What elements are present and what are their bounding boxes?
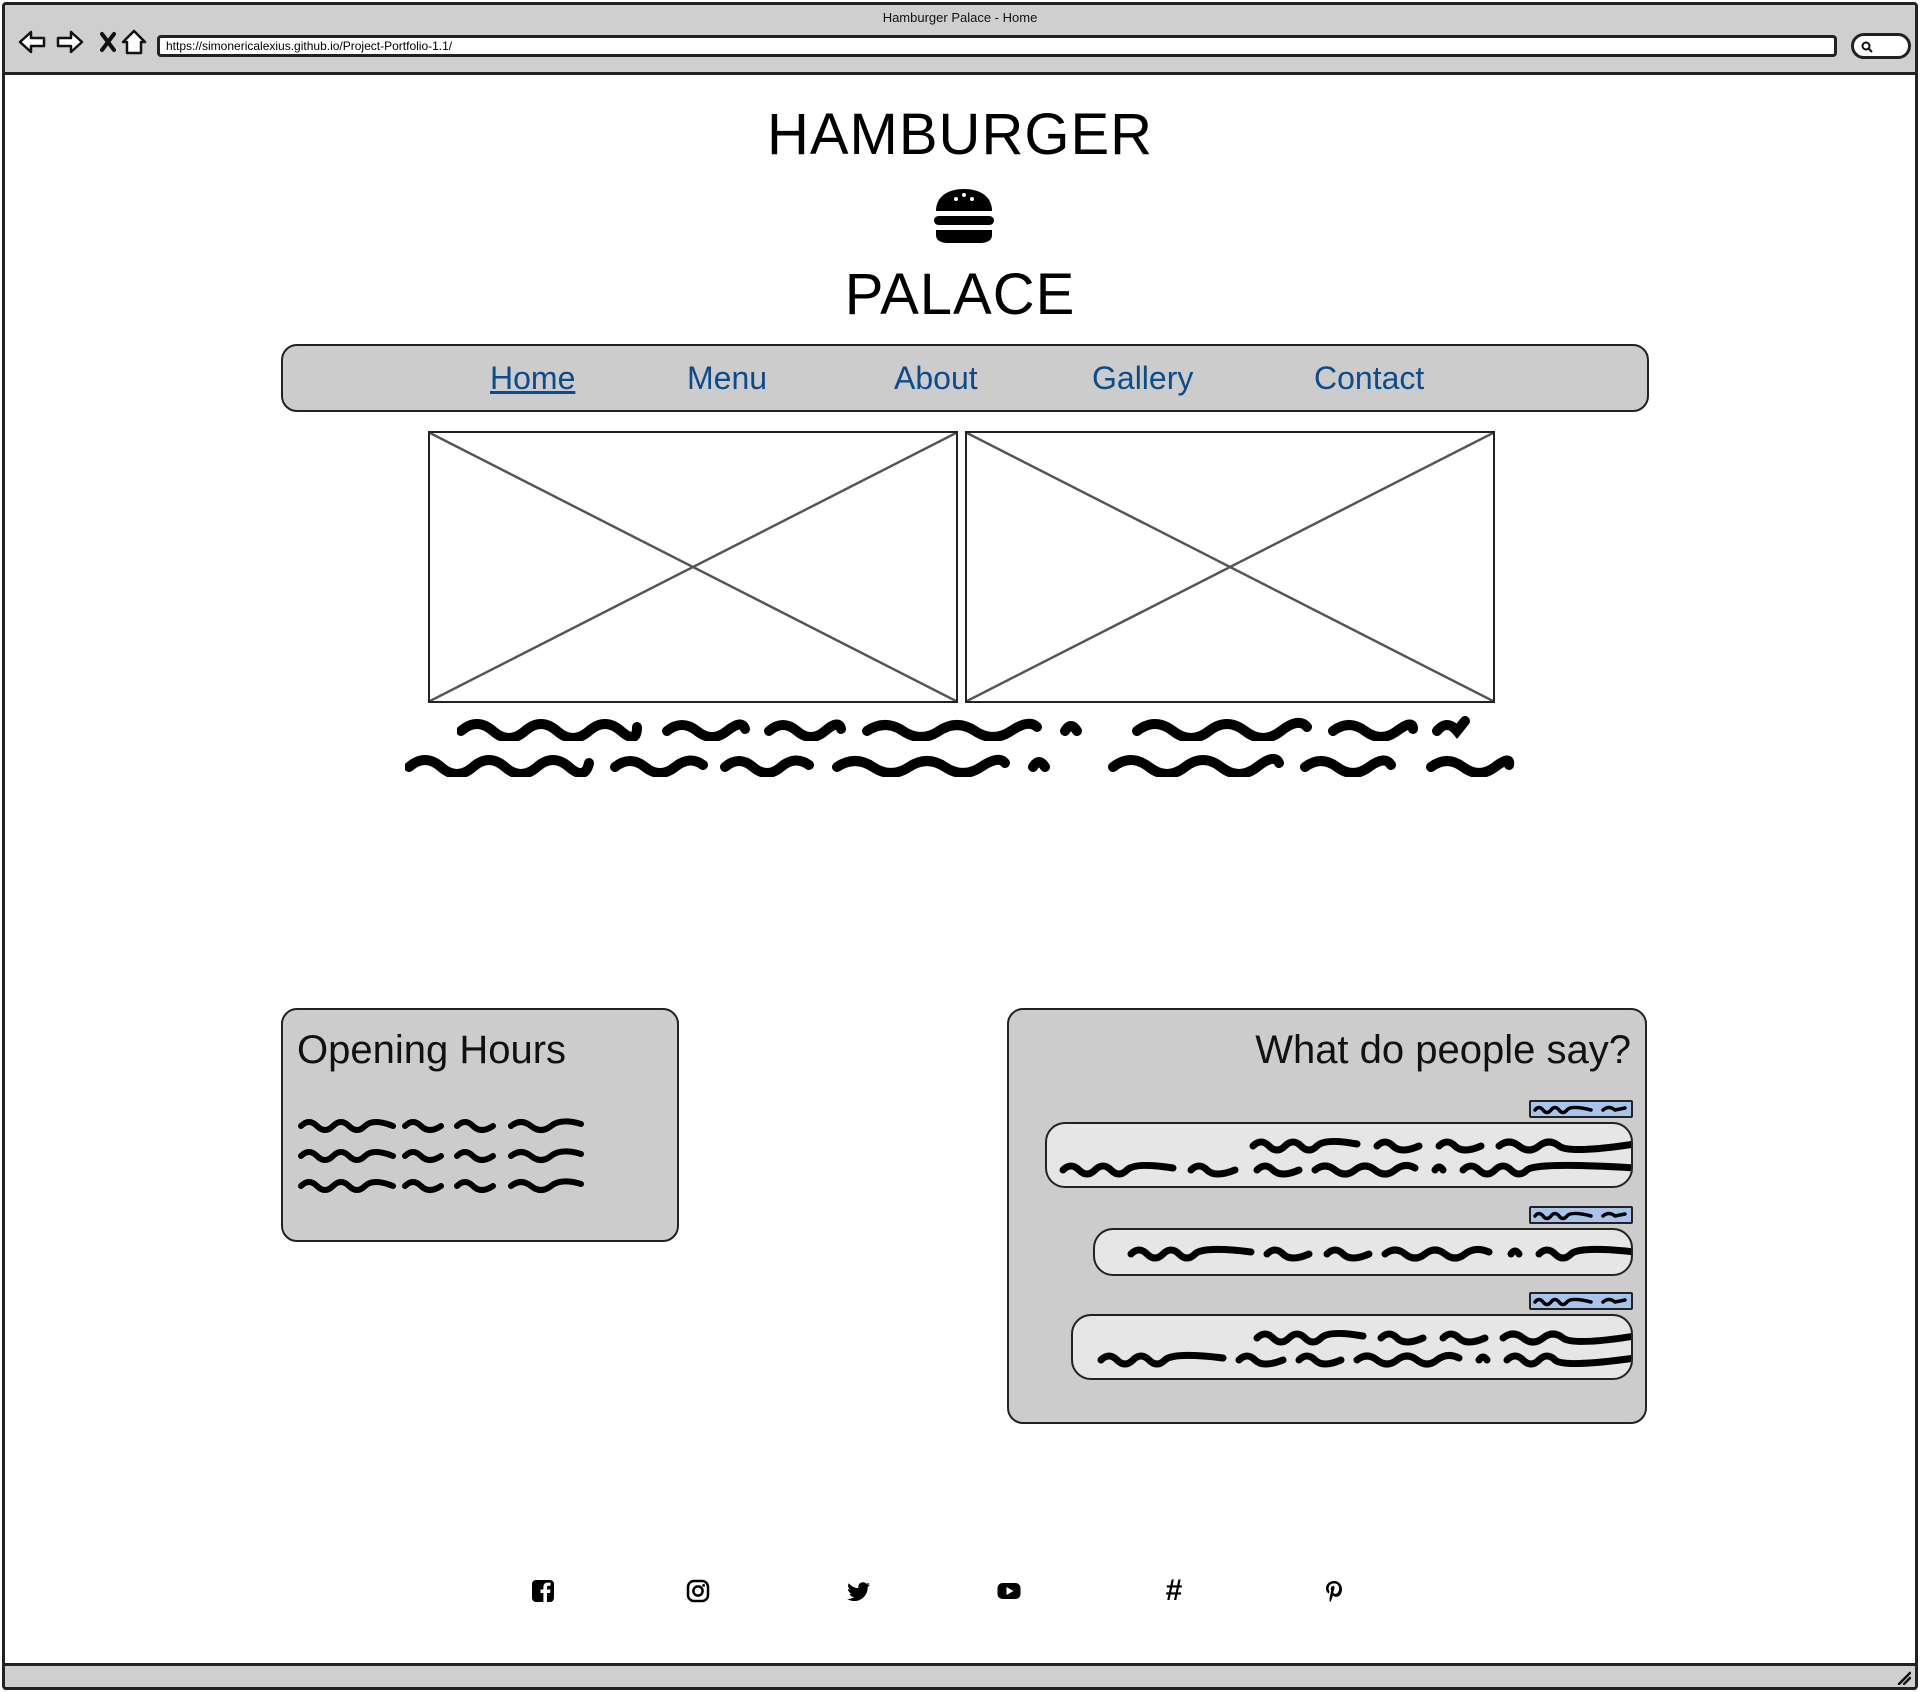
browser-status-bar — [5, 1663, 1915, 1687]
reviews-panel: What do people say? — [1007, 1008, 1647, 1424]
hamburger-icon — [934, 189, 994, 243]
twitter-icon[interactable] — [845, 1577, 873, 1605]
reviewer-name-tag — [1529, 1206, 1633, 1224]
nav-item-gallery[interactable]: Gallery — [1092, 360, 1193, 397]
search-icon — [1861, 41, 1873, 53]
opening-hours-panel: Opening Hours — [281, 1008, 679, 1242]
opening-hours-title: Opening Hours — [297, 1028, 567, 1072]
forward-icon[interactable] — [53, 27, 87, 57]
review-bubble — [1045, 1122, 1633, 1188]
hero-image-left — [428, 431, 958, 703]
window-title: Hamburger Palace - Home — [882, 10, 1038, 25]
logo-title-top: HAMBURGER — [766, 102, 1154, 167]
address-bar[interactable]: https://simonericalexius.github.io/Proje… — [157, 35, 1837, 57]
back-icon[interactable] — [15, 27, 49, 57]
home-icon[interactable] — [117, 27, 151, 57]
browser-toolbar: Hamburger Palace - Home https://simoneri… — [5, 5, 1915, 75]
nav-item-about[interactable]: About — [894, 360, 978, 397]
youtube-icon[interactable] — [995, 1577, 1023, 1605]
hero-image-right — [965, 431, 1495, 703]
review-bubble — [1071, 1314, 1633, 1380]
opening-hours-text — [298, 1118, 584, 1193]
review-bubble — [1093, 1228, 1633, 1276]
hero-text-line-2 — [405, 753, 1515, 777]
reviews-title: What do people say? — [1255, 1028, 1631, 1072]
logo-title-bottom: PALACE — [844, 262, 1076, 327]
pinterest-icon[interactable] — [1320, 1577, 1348, 1605]
nav-item-home[interactable]: Home — [490, 360, 575, 397]
browser-search[interactable] — [1851, 33, 1911, 59]
resize-grip-icon[interactable] — [1895, 1669, 1911, 1685]
nav-item-menu[interactable]: Menu — [687, 360, 767, 397]
nav-item-contact[interactable]: Contact — [1314, 360, 1424, 397]
reviewer-name-tag — [1529, 1100, 1633, 1118]
main-navbar: Home Menu About Gallery Contact — [281, 344, 1649, 412]
facebook-icon[interactable] — [529, 1577, 557, 1605]
hero-text-line-1 — [457, 716, 1470, 741]
hashtag-icon[interactable]: # — [1160, 1576, 1188, 1606]
browser-window: Hamburger Palace - Home https://simoneri… — [2, 2, 1918, 1690]
reviewer-name-tag — [1529, 1292, 1633, 1310]
instagram-icon[interactable] — [684, 1577, 712, 1605]
